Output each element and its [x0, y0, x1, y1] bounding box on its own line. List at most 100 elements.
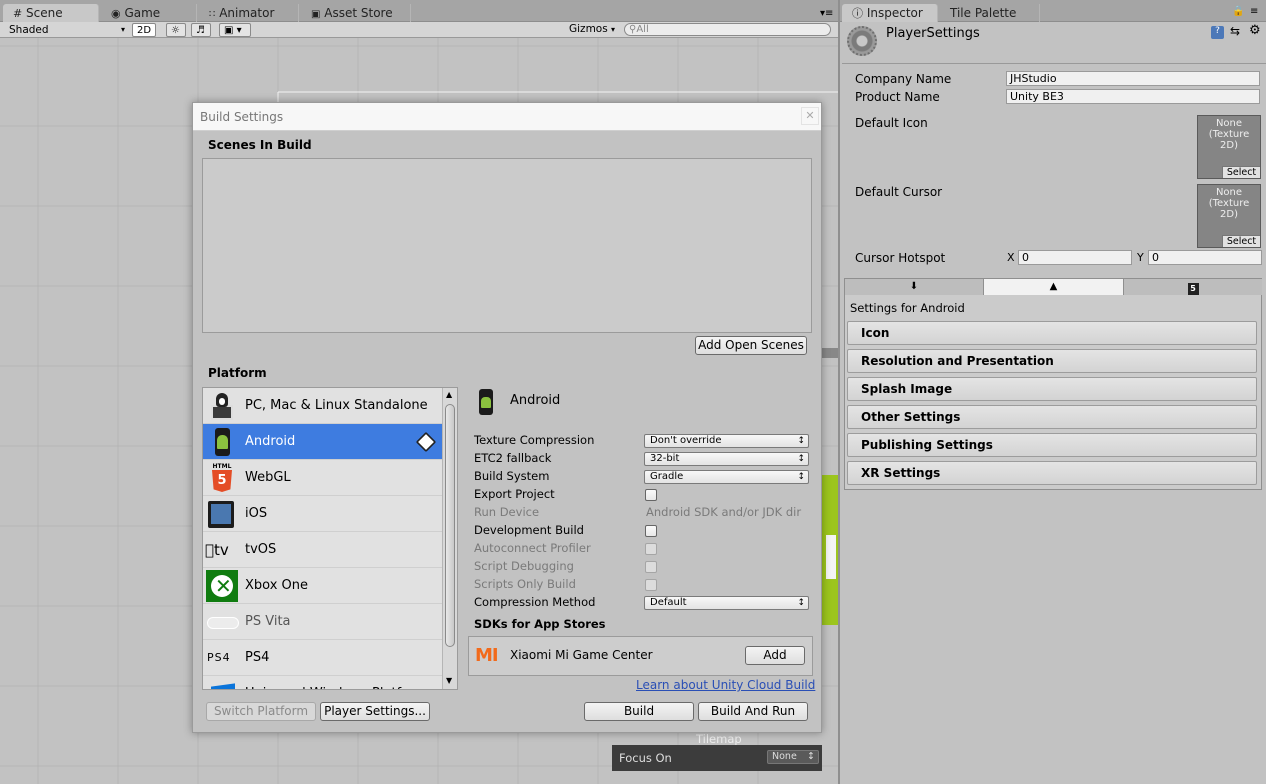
sdk-name: Xiaomi Mi Game Center — [510, 648, 653, 662]
section-resolution[interactable]: Resolution and Presentation — [847, 349, 1257, 373]
scripts-only-build-checkbox[interactable] — [645, 579, 657, 591]
scripts-only-build-label: Scripts Only Build — [474, 577, 576, 591]
company-name-label: Company Name — [855, 72, 952, 86]
scene-search-input[interactable]: ⚲All — [624, 23, 831, 36]
platform-item-uwp[interactable]: Universal Windows Platf — [203, 676, 442, 689]
android-header-icon — [479, 389, 493, 415]
platform-tab-android[interactable]: ▲ — [984, 279, 1123, 295]
mi-logo-icon: MI — [475, 645, 499, 666]
tab-asset-store[interactable]: ▣ Asset Store — [301, 4, 411, 22]
platform-tab-standalone[interactable]: ⬇ — [845, 279, 984, 295]
platform-item-ps-vita[interactable]: PS Vita — [203, 604, 442, 640]
info-icon: ⓘ — [852, 7, 863, 20]
lock-icon[interactable]: 🔒 — [1232, 6, 1244, 17]
dialog-titlebar: Build Settings ✕ — [193, 103, 821, 131]
section-xr-settings[interactable]: XR Settings — [847, 461, 1257, 485]
platform-item-webgl[interactable]: HTML 5 WebGL — [203, 460, 442, 496]
default-cursor-select-button[interactable]: Select — [1222, 235, 1260, 247]
scenes-in-build-header: Scenes In Build — [208, 138, 312, 152]
hotspot-x-label: X — [1007, 251, 1015, 264]
android-icon — [207, 427, 237, 457]
scroll-down-icon[interactable]: ▼ — [446, 676, 452, 685]
script-debugging-label: Script Debugging — [474, 559, 574, 573]
platform-item-ios[interactable]: iOS — [203, 496, 442, 532]
platform-item-standalone[interactable]: PC, Mac & Linux Standalone — [203, 388, 442, 424]
platform-header: Platform — [208, 366, 267, 380]
export-project-checkbox[interactable] — [645, 489, 657, 501]
default-cursor-slot[interactable]: None (Texture 2D) Select — [1197, 184, 1261, 248]
tab-inspector[interactable]: ⓘ Inspector — [842, 4, 938, 22]
company-name-field[interactable]: JHStudio — [1006, 71, 1260, 86]
preset-icon[interactable]: ⇆ — [1230, 24, 1240, 38]
product-name-field[interactable]: Unity BE3 — [1006, 89, 1260, 104]
hotspot-x-field[interactable]: 0 — [1018, 250, 1132, 265]
platform-item-tvos[interactable]: tv tvOS — [203, 532, 442, 568]
shading-dropdown[interactable]: Shaded ▾ — [5, 23, 127, 37]
hotspot-y-field[interactable]: 0 — [1148, 250, 1262, 265]
player-settings-button[interactable]: Player Settings... — [320, 702, 430, 721]
dropdown-arrow-icon: ▾ — [611, 25, 616, 34]
scroll-up-icon[interactable]: ▲ — [446, 390, 452, 399]
game-icon: ◉ — [111, 7, 121, 20]
build-system-label: Build System — [474, 469, 550, 483]
section-icon[interactable]: Icon — [847, 321, 1257, 345]
focus-on-dropdown[interactable]: None ↕ — [767, 750, 819, 764]
platform-item-android[interactable]: Android — [203, 424, 442, 460]
ps4-logo-icon: PS4 — [207, 651, 231, 664]
etc2-fallback-dropdown[interactable]: 32-bit — [644, 452, 809, 466]
settings-for-label: Settings for Android — [850, 301, 965, 315]
switch-platform-button[interactable]: Switch Platform — [206, 702, 316, 721]
development-build-label: Development Build — [474, 523, 584, 537]
ipad-icon — [207, 499, 237, 529]
panel-menu-icon[interactable]: ≡ — [1250, 6, 1258, 17]
add-open-scenes-button[interactable]: Add Open Scenes — [695, 336, 807, 355]
platform-tab-webgl[interactable]: 5 — [1123, 279, 1262, 295]
dialog-title: Build Settings — [200, 110, 284, 124]
section-splash-image[interactable]: Splash Image — [847, 377, 1257, 401]
effects-dropdown-icon[interactable]: ▣ ▾ — [219, 23, 251, 37]
default-icon-select-button[interactable]: Select — [1222, 166, 1260, 178]
cloud-build-link[interactable]: Learn about Unity Cloud Build — [636, 678, 815, 692]
platform-list-scrollbar[interactable]: ▲ ▼ — [442, 388, 457, 689]
tilemap-overlay-label: Tilemap — [696, 732, 742, 746]
apple-tv-icon: tv — [205, 541, 229, 559]
pc-standalone-icon — [207, 391, 237, 421]
autoconnect-profiler-checkbox[interactable] — [645, 543, 657, 555]
grid-icon: # — [13, 7, 23, 20]
tab-animator[interactable]: ∷ Animator — [199, 4, 299, 22]
tab-tile-palette[interactable]: Tile Palette — [940, 4, 1040, 22]
default-icon-label: Default Icon — [855, 116, 928, 130]
settings-gear-icon[interactable]: ⚙ — [1249, 23, 1261, 38]
tab-game[interactable]: ◉ Game — [101, 4, 197, 22]
development-build-checkbox[interactable] — [645, 525, 657, 537]
scrollbar-thumb[interactable] — [445, 404, 455, 647]
html5-icon: 5 — [1187, 283, 1199, 295]
platform-list: PC, Mac & Linux Standalone Android HTML … — [202, 387, 458, 690]
section-publishing-settings[interactable]: Publishing Settings — [847, 433, 1257, 457]
sdk-row: MI Xiaomi Mi Game Center Add — [468, 636, 813, 676]
gizmos-dropdown[interactable]: Gizmos ▾ — [569, 23, 615, 35]
ps-vita-icon — [207, 607, 239, 637]
dropdown-arrow-icon: ▾ — [120, 25, 125, 34]
script-debugging-checkbox[interactable] — [645, 561, 657, 573]
section-other-settings[interactable]: Other Settings — [847, 405, 1257, 429]
2d-toggle[interactable]: 2D — [132, 23, 156, 37]
build-and-run-button[interactable]: Build And Run — [698, 702, 808, 721]
platform-item-ps4[interactable]: PS4 PS4 — [203, 640, 442, 676]
tab-scene[interactable]: # Scene — [3, 4, 99, 22]
sdk-add-button[interactable]: Add — [745, 646, 805, 665]
lighting-toggle-icon[interactable]: ☼ — [166, 23, 186, 37]
audio-toggle-icon[interactable]: ♬ — [191, 23, 211, 37]
compression-method-dropdown[interactable]: Default — [644, 596, 809, 610]
texture-compression-dropdown[interactable]: Don't override — [644, 434, 809, 448]
build-system-dropdown[interactable]: Gradle — [644, 470, 809, 484]
help-icon[interactable]: ? — [1211, 26, 1224, 39]
tilemap-focus-panel: Focus On None ↕ — [612, 745, 822, 771]
platform-item-xbox-one[interactable]: ✕ Xbox One — [203, 568, 442, 604]
panel-menu-icon[interactable]: ▾≡ — [820, 8, 833, 19]
scenes-list[interactable] — [202, 158, 812, 333]
default-icon-slot[interactable]: None (Texture 2D) Select — [1197, 115, 1261, 179]
close-icon[interactable]: ✕ — [801, 107, 819, 125]
build-button[interactable]: Build — [584, 702, 694, 721]
inspector-title: PlayerSettings — [886, 26, 980, 41]
